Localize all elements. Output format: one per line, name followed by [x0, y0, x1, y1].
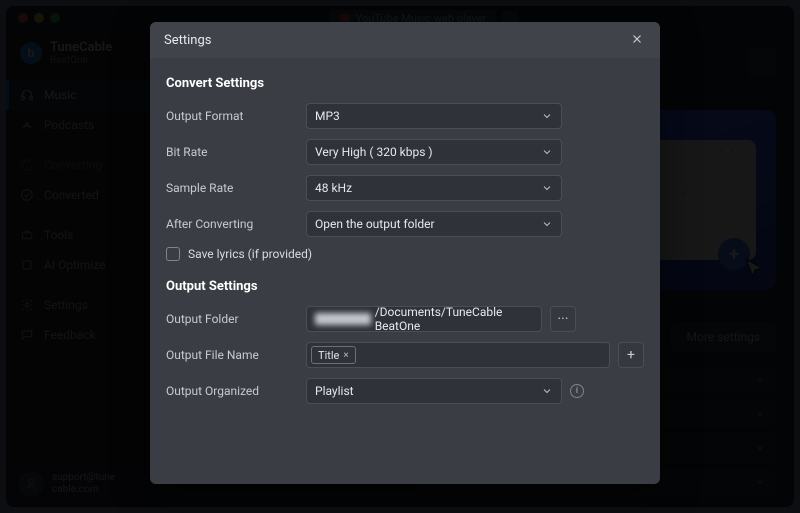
label-sample-rate: Sample Rate: [166, 181, 306, 195]
chevron-down-icon: [541, 182, 553, 194]
label-output-organized: Output Organized: [166, 384, 306, 398]
input-output-file-name[interactable]: Title ×: [306, 342, 610, 368]
label-save-lyrics: Save lyrics (if provided): [188, 247, 312, 261]
select-value: 48 kHz: [315, 181, 352, 195]
browse-folder-button[interactable]: ···: [550, 306, 576, 332]
close-button[interactable]: [630, 32, 646, 48]
select-value: Playlist: [315, 384, 354, 398]
chevron-down-icon: [541, 218, 553, 230]
select-output-organized[interactable]: Playlist: [306, 378, 562, 404]
chevron-down-icon: [541, 110, 553, 122]
chevron-down-icon: [541, 146, 553, 158]
select-sample-rate[interactable]: 48 kHz: [306, 175, 562, 201]
info-icon[interactable]: i: [570, 384, 584, 398]
modal-header: Settings: [150, 22, 660, 58]
select-bit-rate[interactable]: Very High ( 320 kbps ): [306, 139, 562, 165]
checkbox-save-lyrics[interactable]: [166, 247, 180, 261]
label-output-format: Output Format: [166, 109, 306, 123]
select-after-converting[interactable]: Open the output folder: [306, 211, 562, 237]
close-icon: [630, 32, 644, 46]
section-convert-settings: Convert Settings: [166, 76, 644, 91]
chevron-down-icon: [541, 385, 553, 397]
filename-tag-title[interactable]: Title ×: [311, 346, 356, 364]
select-value: MP3: [315, 109, 340, 123]
label-output-folder: Output Folder: [166, 312, 306, 326]
label-bit-rate: Bit Rate: [166, 145, 306, 159]
select-value: Open the output folder: [315, 217, 435, 231]
tag-label: Title: [318, 349, 339, 362]
redacted-path: [315, 313, 371, 325]
select-value: Very High ( 320 kbps ): [315, 145, 433, 159]
tag-remove-icon[interactable]: ×: [343, 350, 348, 361]
input-output-folder[interactable]: /Documents/TuneCable BeatOne: [306, 306, 542, 332]
add-filename-tag-button[interactable]: +: [618, 342, 644, 368]
label-output-file-name: Output File Name: [166, 348, 306, 362]
label-after-converting: After Converting: [166, 217, 306, 231]
settings-modal: Settings Convert Settings Output Format …: [150, 22, 660, 484]
section-output-settings: Output Settings: [166, 279, 644, 294]
output-folder-visible: /Documents/TuneCable BeatOne: [375, 305, 533, 333]
select-output-format[interactable]: MP3: [306, 103, 562, 129]
modal-title: Settings: [164, 33, 211, 48]
